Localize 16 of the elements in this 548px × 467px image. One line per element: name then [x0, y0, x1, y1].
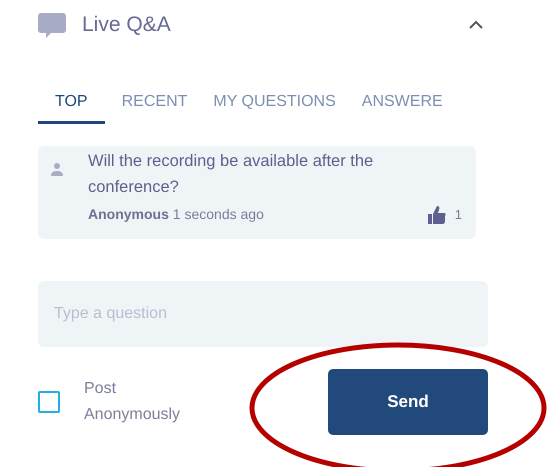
post-anonymously-checkbox[interactable]	[38, 391, 60, 413]
author-name: Anonymous	[88, 206, 169, 222]
like-count: 1	[454, 206, 462, 224]
user-icon	[50, 162, 64, 176]
checkbox-label: Post Anonymously	[84, 379, 182, 425]
collapse-icon[interactable]	[468, 20, 484, 30]
send-button[interactable]: Send	[328, 369, 488, 435]
tab[interactable]: MY QUESTIONS	[213, 80, 336, 124]
panel-title: Live Q&A	[82, 12, 171, 38]
tab[interactable]: TOP	[38, 80, 105, 124]
tab[interactable]: RECENT	[122, 80, 188, 124]
question-time: 1 seconds ago	[172, 206, 264, 222]
thumbs-up-icon[interactable]	[426, 204, 447, 224]
tab[interactable]: ANSWERE	[362, 80, 443, 124]
chat-icon	[38, 11, 66, 39]
question-text: Will the recording be available after the conference?	[88, 151, 374, 198]
